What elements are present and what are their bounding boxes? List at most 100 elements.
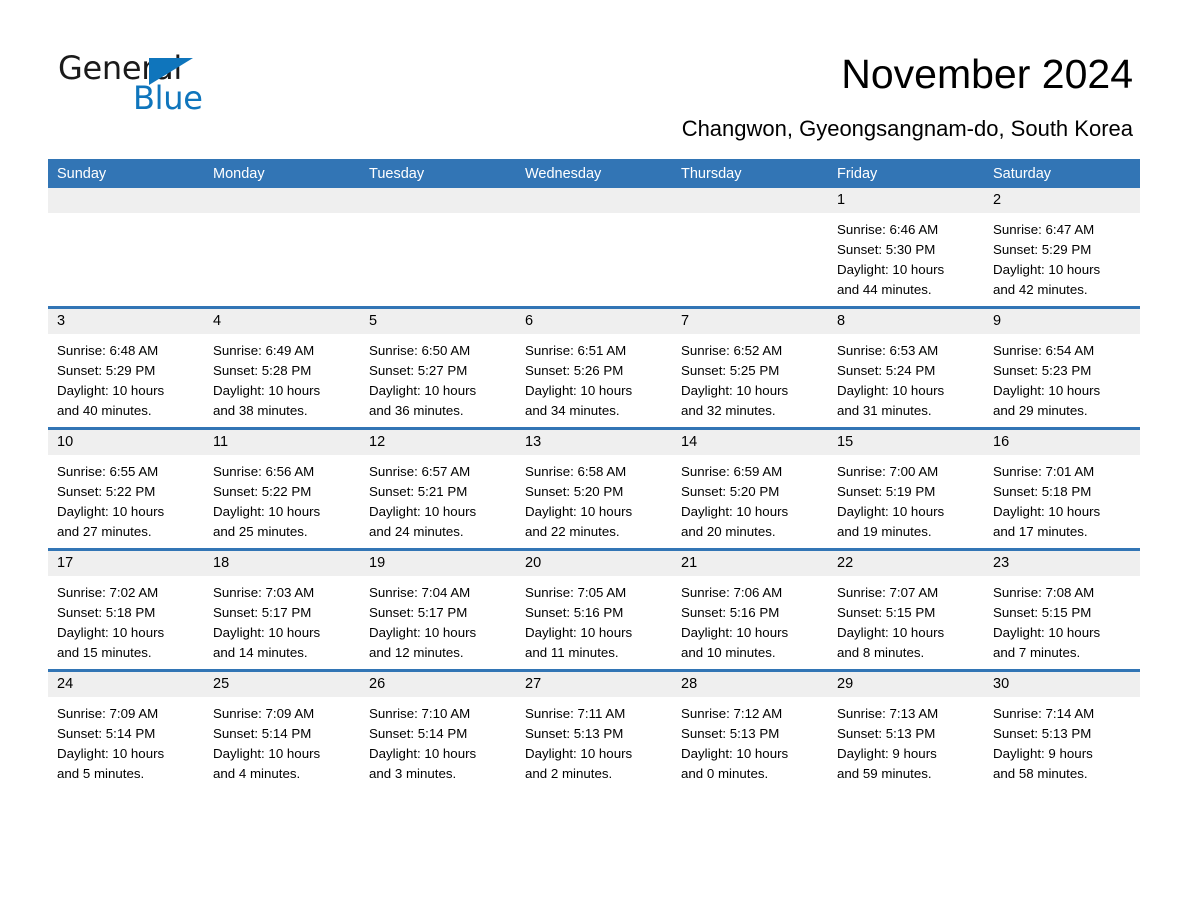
sun-info-line: Sunrise: 6:46 AM: [837, 222, 939, 237]
day-sun-info: Sunrise: 6:51 AM Sunset: 5:26 PM Daylight:…: [516, 334, 672, 421]
sun-info-line: and 36 minutes.: [369, 403, 464, 418]
calendar-cell: [672, 188, 828, 308]
logo-text-blue: Blue: [133, 79, 203, 117]
day-cell[interactable]: 28 Sunrise: 7:12 AM Sunset: 5:13 PM Dayligh…: [672, 672, 828, 790]
weekday-header-thursday: Thursday: [672, 159, 828, 188]
calendar-cell: [204, 188, 360, 308]
day-cell[interactable]: 11 Sunrise: 6:56 AM Sunset: 5:22 PM Dayligh…: [204, 430, 360, 548]
sun-info-line: Sunset: 5:16 PM: [525, 605, 624, 620]
sun-info-line: Sunrise: 7:07 AM: [837, 585, 939, 600]
day-number: 29: [828, 672, 984, 697]
sun-info-line: Sunrise: 7:08 AM: [993, 585, 1095, 600]
day-sun-info: Sunrise: 7:13 AM Sunset: 5:13 PM Daylight:…: [828, 697, 984, 784]
sun-info-line: Sunrise: 6:54 AM: [993, 343, 1095, 358]
day-cell[interactable]: 1 Sunrise: 6:46 AM Sunset: 5:30 PM Daylight…: [828, 188, 984, 306]
day-number: 25: [204, 672, 360, 697]
day-sun-info: Sunrise: 6:48 AM Sunset: 5:29 PM Daylight:…: [48, 334, 204, 421]
day-number: 6: [516, 309, 672, 334]
day-sun-info: Sunrise: 6:46 AM Sunset: 5:30 PM Daylight:…: [828, 213, 984, 300]
sun-info-line: Daylight: 10 hours: [837, 383, 945, 398]
day-sun-info: Sunrise: 7:00 AM Sunset: 5:19 PM Daylight:…: [828, 455, 984, 542]
day-cell[interactable]: 13 Sunrise: 6:58 AM Sunset: 5:20 PM Dayligh…: [516, 430, 672, 548]
day-cell[interactable]: 19 Sunrise: 7:04 AM Sunset: 5:17 PM Dayligh…: [360, 551, 516, 669]
sun-info-line: Sunset: 5:13 PM: [681, 726, 780, 741]
day-sun-info: [204, 213, 360, 220]
sun-info-line: Sunrise: 6:50 AM: [369, 343, 471, 358]
sun-info-line: and 14 minutes.: [213, 645, 308, 660]
calendar-cell: 19 Sunrise: 7:04 AM Sunset: 5:17 PM Dayligh…: [360, 548, 516, 671]
calendar-cell: 10 Sunrise: 6:55 AM Sunset: 5:22 PM Dayligh…: [48, 427, 204, 550]
day-sun-info: Sunrise: 6:50 AM Sunset: 5:27 PM Daylight:…: [360, 334, 516, 421]
day-sun-info: Sunrise: 7:06 AM Sunset: 5:16 PM Daylight:…: [672, 576, 828, 663]
day-cell-empty: [204, 188, 360, 306]
sun-info-line: and 12 minutes.: [369, 645, 464, 660]
day-cell[interactable]: 15 Sunrise: 7:00 AM Sunset: 5:19 PM Dayligh…: [828, 430, 984, 548]
day-cell[interactable]: 16 Sunrise: 7:01 AM Sunset: 5:18 PM Dayligh…: [984, 430, 1140, 548]
sun-info-line: Sunset: 5:14 PM: [213, 726, 312, 741]
sun-info-line: Sunrise: 7:04 AM: [369, 585, 471, 600]
day-cell[interactable]: 2 Sunrise: 6:47 AM Sunset: 5:29 PM Daylight…: [984, 188, 1140, 306]
sun-info-line: and 15 minutes.: [57, 645, 152, 660]
sun-info-line: Sunset: 5:30 PM: [837, 242, 936, 257]
day-cell[interactable]: 26 Sunrise: 7:10 AM Sunset: 5:14 PM Dayligh…: [360, 672, 516, 790]
sun-info-line: Sunrise: 7:02 AM: [57, 585, 159, 600]
day-cell[interactable]: 10 Sunrise: 6:55 AM Sunset: 5:22 PM Dayligh…: [48, 430, 204, 548]
sun-info-line: Daylight: 10 hours: [213, 625, 321, 640]
day-cell[interactable]: 4 Sunrise: 6:49 AM Sunset: 5:28 PM Daylight…: [204, 309, 360, 427]
calendar-cell: 4 Sunrise: 6:49 AM Sunset: 5:28 PM Daylight…: [204, 306, 360, 429]
sun-info-line: Sunset: 5:13 PM: [525, 726, 624, 741]
sun-info-line: and 11 minutes.: [525, 645, 619, 660]
day-cell[interactable]: 27 Sunrise: 7:11 AM Sunset: 5:13 PM Dayligh…: [516, 672, 672, 790]
day-cell[interactable]: 24 Sunrise: 7:09 AM Sunset: 5:14 PM Dayligh…: [48, 672, 204, 790]
calendar-cell: 25 Sunrise: 7:09 AM Sunset: 5:14 PM Dayligh…: [204, 669, 360, 790]
day-sun-info: Sunrise: 6:56 AM Sunset: 5:22 PM Daylight:…: [204, 455, 360, 542]
generalblue-logo[interactable]: General Blue: [58, 52, 318, 122]
day-cell[interactable]: 20 Sunrise: 7:05 AM Sunset: 5:16 PM Dayligh…: [516, 551, 672, 669]
day-sun-info: Sunrise: 7:14 AM Sunset: 5:13 PM Daylight:…: [984, 697, 1140, 784]
day-sun-info: Sunrise: 7:02 AM Sunset: 5:18 PM Daylight:…: [48, 576, 204, 663]
sun-info-line: and 17 minutes.: [993, 524, 1088, 539]
day-cell[interactable]: 30 Sunrise: 7:14 AM Sunset: 5:13 PM Dayligh…: [984, 672, 1140, 790]
day-cell[interactable]: 8 Sunrise: 6:53 AM Sunset: 5:24 PM Daylight…: [828, 309, 984, 427]
day-cell[interactable]: 7 Sunrise: 6:52 AM Sunset: 5:25 PM Daylight…: [672, 309, 828, 427]
day-sun-info: Sunrise: 6:54 AM Sunset: 5:23 PM Daylight:…: [984, 334, 1140, 421]
sun-info-line: Sunrise: 7:10 AM: [369, 706, 471, 721]
day-cell[interactable]: 12 Sunrise: 6:57 AM Sunset: 5:21 PM Dayligh…: [360, 430, 516, 548]
sun-info-line: and 25 minutes.: [213, 524, 308, 539]
day-cell[interactable]: 21 Sunrise: 7:06 AM Sunset: 5:16 PM Dayligh…: [672, 551, 828, 669]
page-subtitle-location: Changwon, Gyeongsangnam-do, South Korea: [681, 116, 1133, 141]
day-cell[interactable]: 17 Sunrise: 7:02 AM Sunset: 5:18 PM Dayligh…: [48, 551, 204, 669]
day-cell[interactable]: 14 Sunrise: 6:59 AM Sunset: 5:20 PM Dayligh…: [672, 430, 828, 548]
sun-info-line: Daylight: 10 hours: [681, 746, 789, 761]
day-cell[interactable]: 29 Sunrise: 7:13 AM Sunset: 5:13 PM Dayligh…: [828, 672, 984, 790]
sun-info-line: Sunrise: 6:51 AM: [525, 343, 627, 358]
day-cell[interactable]: 22 Sunrise: 7:07 AM Sunset: 5:15 PM Dayligh…: [828, 551, 984, 669]
sun-info-line: Sunrise: 7:12 AM: [681, 706, 783, 721]
calendar-week-row: 10 Sunrise: 6:55 AM Sunset: 5:22 PM Dayligh…: [48, 427, 1140, 550]
page-header: General Blue November 2024 Changwon, Gye…: [0, 0, 1188, 150]
sun-info-line: Daylight: 9 hours: [993, 746, 1093, 761]
day-cell[interactable]: 5 Sunrise: 6:50 AM Sunset: 5:27 PM Daylight…: [360, 309, 516, 427]
calendar-week-row: 1 Sunrise: 6:46 AM Sunset: 5:30 PM Daylight…: [48, 188, 1140, 308]
sun-info-line: Sunrise: 7:03 AM: [213, 585, 315, 600]
day-cell[interactable]: 9 Sunrise: 6:54 AM Sunset: 5:23 PM Daylight…: [984, 309, 1140, 427]
day-sun-info: Sunrise: 6:58 AM Sunset: 5:20 PM Daylight:…: [516, 455, 672, 542]
day-cell[interactable]: 3 Sunrise: 6:48 AM Sunset: 5:29 PM Daylight…: [48, 309, 204, 427]
day-cell[interactable]: 23 Sunrise: 7:08 AM Sunset: 5:15 PM Dayligh…: [984, 551, 1140, 669]
day-number: 2: [984, 188, 1140, 213]
day-cell[interactable]: 25 Sunrise: 7:09 AM Sunset: 5:14 PM Dayligh…: [204, 672, 360, 790]
day-sun-info: Sunrise: 7:09 AM Sunset: 5:14 PM Daylight:…: [204, 697, 360, 784]
sun-info-line: Sunrise: 7:14 AM: [993, 706, 1095, 721]
sun-info-line: Sunset: 5:22 PM: [57, 484, 156, 499]
day-cell[interactable]: 6 Sunrise: 6:51 AM Sunset: 5:26 PM Daylight…: [516, 309, 672, 427]
sun-info-line: Sunrise: 7:01 AM: [993, 464, 1095, 479]
sun-info-line: Sunset: 5:18 PM: [57, 605, 156, 620]
calendar-cell: 1 Sunrise: 6:46 AM Sunset: 5:30 PM Daylight…: [828, 188, 984, 308]
day-cell[interactable]: 18 Sunrise: 7:03 AM Sunset: 5:17 PM Dayligh…: [204, 551, 360, 669]
calendar-table: Sunday Monday Tuesday Wednesday Thursday Frid…: [48, 159, 1140, 790]
sun-info-line: Daylight: 10 hours: [681, 383, 789, 398]
sun-info-line: Daylight: 10 hours: [525, 746, 633, 761]
sun-info-line: Sunset: 5:22 PM: [213, 484, 312, 499]
day-sun-info: [516, 213, 672, 220]
day-number: 8: [828, 309, 984, 334]
